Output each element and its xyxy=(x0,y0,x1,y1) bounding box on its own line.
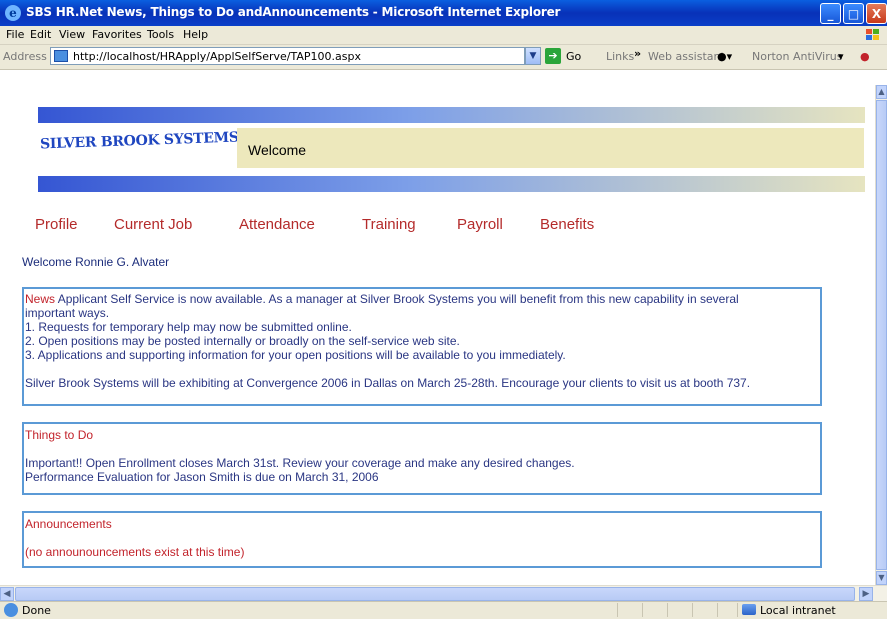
news-heading: News xyxy=(25,292,56,306)
menu-help[interactable]: Help xyxy=(183,28,208,41)
go-button[interactable]: Go xyxy=(566,50,581,63)
news-intro: Applicant Self Service is now available.… xyxy=(55,292,739,306)
news-item: 3. Applications and supporting informati… xyxy=(25,348,566,362)
security-zone: Local intranet xyxy=(742,604,836,617)
menu-bar: File Edit View Favorites Tools Help xyxy=(0,26,887,45)
menu-favorites[interactable]: Favorites xyxy=(92,28,142,41)
minimize-button[interactable]: _ xyxy=(820,3,841,24)
news-item: 2. Open positions may be posted internal… xyxy=(25,334,460,348)
company-logo: SILVER BROOK SYSTEMS xyxy=(39,129,239,153)
things-to-do-heading: Things to Do xyxy=(25,428,94,442)
nav-profile[interactable]: Profile xyxy=(35,216,78,233)
address-label: Address xyxy=(3,50,47,63)
nav-attendance[interactable]: Attendance xyxy=(239,216,315,233)
web-assistant-button[interactable]: Web assistant xyxy=(648,50,725,63)
address-input[interactable]: http://localhost/HRApply/ApplSelfServe/T… xyxy=(50,47,525,65)
menu-tools[interactable]: Tools xyxy=(147,28,174,41)
things-to-do-box: Things to Do Important!! Open Enrollment… xyxy=(22,422,822,495)
vertical-scroll-thumb[interactable] xyxy=(876,100,887,570)
close-button[interactable]: X xyxy=(866,3,887,24)
news-footer: Silver Brook Systems will be exhibiting … xyxy=(25,376,751,390)
page-status-icon xyxy=(4,603,18,617)
address-dropdown-button[interactable]: ▼ xyxy=(525,47,541,65)
web-assistant-globe-icon[interactable]: ●▾ xyxy=(717,50,732,63)
news-intro-cont: important ways. xyxy=(25,306,110,320)
horizontal-scroll-thumb[interactable] xyxy=(15,587,855,601)
announcements-empty: (no announouncements exist at this time) xyxy=(25,545,245,559)
status-divider xyxy=(737,603,738,617)
links-chevron-icon[interactable]: » xyxy=(634,47,641,60)
announcements-heading: Announcements xyxy=(25,517,112,531)
nav-training[interactable]: Training xyxy=(362,216,416,233)
news-item: 1. Requests for temporary help may now b… xyxy=(25,320,352,334)
ie-app-icon[interactable]: e xyxy=(5,5,21,21)
status-divider xyxy=(642,603,643,617)
window-title: SBS HR.Net News, Things to Do andAnnounc… xyxy=(26,5,561,19)
nav-payroll[interactable]: Payroll xyxy=(457,216,503,233)
todo-item: Important!! Open Enrollment closes March… xyxy=(25,456,575,470)
top-gradient-band xyxy=(38,107,865,123)
links-button[interactable]: Links xyxy=(606,50,634,63)
status-divider xyxy=(692,603,693,617)
page-content: SILVER BROOK SYSTEMS Welcome Profile Cur… xyxy=(0,85,875,585)
address-bar: Address http://localhost/HRApply/ApplSel… xyxy=(0,45,887,70)
scroll-right-button[interactable]: ▶ xyxy=(859,587,873,601)
menu-edit[interactable]: Edit xyxy=(30,28,51,41)
announcements-box: Announcements (no announouncements exist… xyxy=(22,511,822,568)
menu-view[interactable]: View xyxy=(59,28,85,41)
norton-antivirus-button[interactable]: Norton AntiVirus xyxy=(752,50,842,63)
vertical-scrollbar[interactable]: ▲ ▼ xyxy=(875,85,887,585)
title-bar[interactable]: e SBS HR.Net News, Things to Do andAnnou… xyxy=(0,0,887,26)
intranet-icon xyxy=(742,604,756,615)
news-box: News Applicant Self Service is now avail… xyxy=(22,287,822,406)
welcome-banner: Welcome xyxy=(237,128,864,168)
todo-item: Performance Evaluation for Jason Smith i… xyxy=(25,470,379,484)
go-arrow-icon[interactable]: ➔ xyxy=(545,48,561,64)
address-url[interactable]: http://localhost/HRApply/ApplSelfServe/T… xyxy=(73,50,361,63)
nav-current-job[interactable]: Current Job xyxy=(114,216,192,233)
horizontal-scrollbar[interactable]: ◀ ▶ xyxy=(0,585,887,602)
maximize-button[interactable]: □ xyxy=(843,3,864,24)
toolbar-extension-icon[interactable]: ● xyxy=(860,50,870,63)
status-divider xyxy=(717,603,718,617)
norton-dropdown-icon[interactable]: ▾ xyxy=(838,50,844,63)
scroll-up-button[interactable]: ▲ xyxy=(876,85,887,99)
greeting: Welcome Ronnie G. Alvater xyxy=(22,255,170,269)
scroll-down-button[interactable]: ▼ xyxy=(876,571,887,585)
status-text: Done xyxy=(22,604,51,617)
status-divider xyxy=(617,603,618,617)
zone-label: Local intranet xyxy=(760,604,836,617)
status-bar: Done Local intranet xyxy=(0,601,887,619)
page-icon xyxy=(54,50,68,62)
windows-flag-icon xyxy=(866,29,879,40)
status-divider xyxy=(667,603,668,617)
bottom-gradient-band xyxy=(38,176,865,192)
nav-benefits[interactable]: Benefits xyxy=(540,216,594,233)
scroll-left-button[interactable]: ◀ xyxy=(0,587,14,601)
menu-file[interactable]: File xyxy=(6,28,24,41)
welcome-banner-label: Welcome xyxy=(248,142,307,158)
